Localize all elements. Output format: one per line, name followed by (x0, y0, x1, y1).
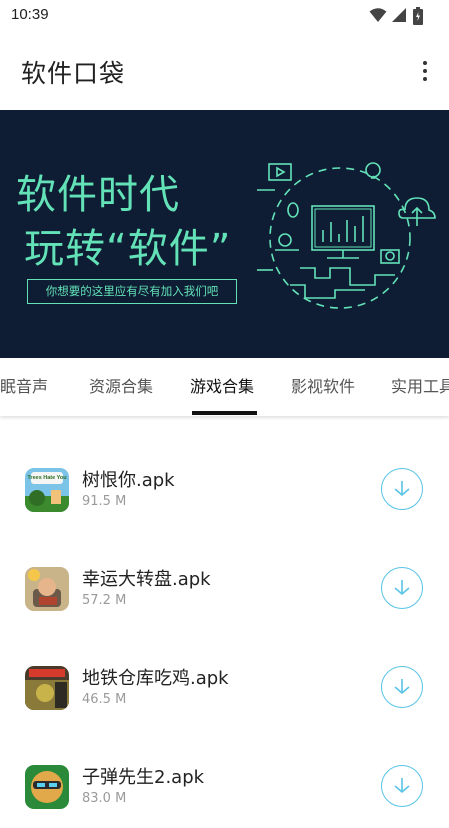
list-item[interactable]: 幸运大转盘.apk 57.2 M (0, 531, 449, 630)
game-art-icon (25, 567, 69, 611)
tab-active-indicator (192, 411, 257, 415)
tab-sleep-audio[interactable]: 助眠音声 (0, 358, 48, 416)
more-vert-icon-dot (423, 69, 427, 73)
category-tab-bar: 助眠音声 资源合集 游戏合集 影视软件 实用工具 (0, 358, 449, 416)
app-icon-lucky-wheel (25, 567, 69, 611)
wifi-icon (369, 8, 387, 22)
download-icon (394, 580, 410, 596)
app-icon-subway-warehouse (25, 666, 69, 710)
download-icon (394, 679, 410, 695)
game-art-icon: Trees Hate You (25, 468, 69, 512)
status-time: 10:39 (11, 6, 49, 23)
list-item[interactable]: 地铁仓库吃鸡.apk 46.5 M (0, 630, 449, 729)
tab-utility-tools[interactable]: 实用工具 (391, 358, 449, 416)
download-button[interactable] (381, 468, 423, 510)
app-icon-mr-bullet-2 (25, 765, 69, 809)
banner-subtitle: 你想要的这里应有尽有加入我们吧 (27, 279, 237, 304)
more-options-button[interactable] (415, 54, 435, 88)
app-name: 子弹先生2.apk (82, 767, 205, 788)
app-icon-title: Trees Hate You (27, 475, 66, 481)
banner-headline-2: 玩转“软件” (24, 226, 232, 272)
banner-headline-1: 软件时代 (16, 172, 180, 218)
list-item[interactable]: 子弹先生2.apk 83.0 M (0, 729, 449, 828)
download-button[interactable] (381, 666, 423, 708)
more-vert-icon (423, 61, 427, 65)
app-size: 57.2 M (82, 593, 127, 608)
download-button[interactable] (381, 567, 423, 609)
app-bar: 软件口袋 (0, 32, 449, 110)
signal-icon (392, 8, 406, 22)
tab-resource-collection[interactable]: 资源合集 (89, 358, 153, 416)
app-title: 软件口袋 (21, 59, 126, 88)
app-size: 46.5 M (82, 692, 127, 707)
game-art-icon (25, 765, 69, 809)
tech-illustration-icon (257, 162, 436, 309)
status-bar: 10:39 (0, 0, 449, 32)
download-button[interactable] (381, 765, 423, 807)
app-name: 地铁仓库吃鸡.apk (82, 668, 229, 689)
app-icon-trees-hate-you: Trees Hate You (25, 468, 69, 512)
tab-game-collection[interactable]: 游戏合集 (190, 358, 254, 416)
tab-video-software[interactable]: 影视软件 (291, 358, 355, 416)
app-size: 91.5 M (82, 494, 127, 509)
download-icon (394, 778, 410, 794)
promo-banner[interactable]: 软件时代 玩转“软件” 你想要的这里应有尽有加入我们吧 (0, 110, 449, 358)
more-vert-icon-dot (423, 77, 427, 81)
list-item[interactable]: Trees Hate You 树恨你.apk 91.5 M (0, 432, 449, 531)
app-name: 幸运大转盘.apk (82, 569, 211, 590)
app-name: 树恨你.apk (82, 470, 175, 491)
app-size: 83.0 M (82, 791, 127, 806)
download-icon (394, 481, 410, 497)
battery-icon (413, 7, 423, 25)
game-art-icon (25, 666, 69, 710)
